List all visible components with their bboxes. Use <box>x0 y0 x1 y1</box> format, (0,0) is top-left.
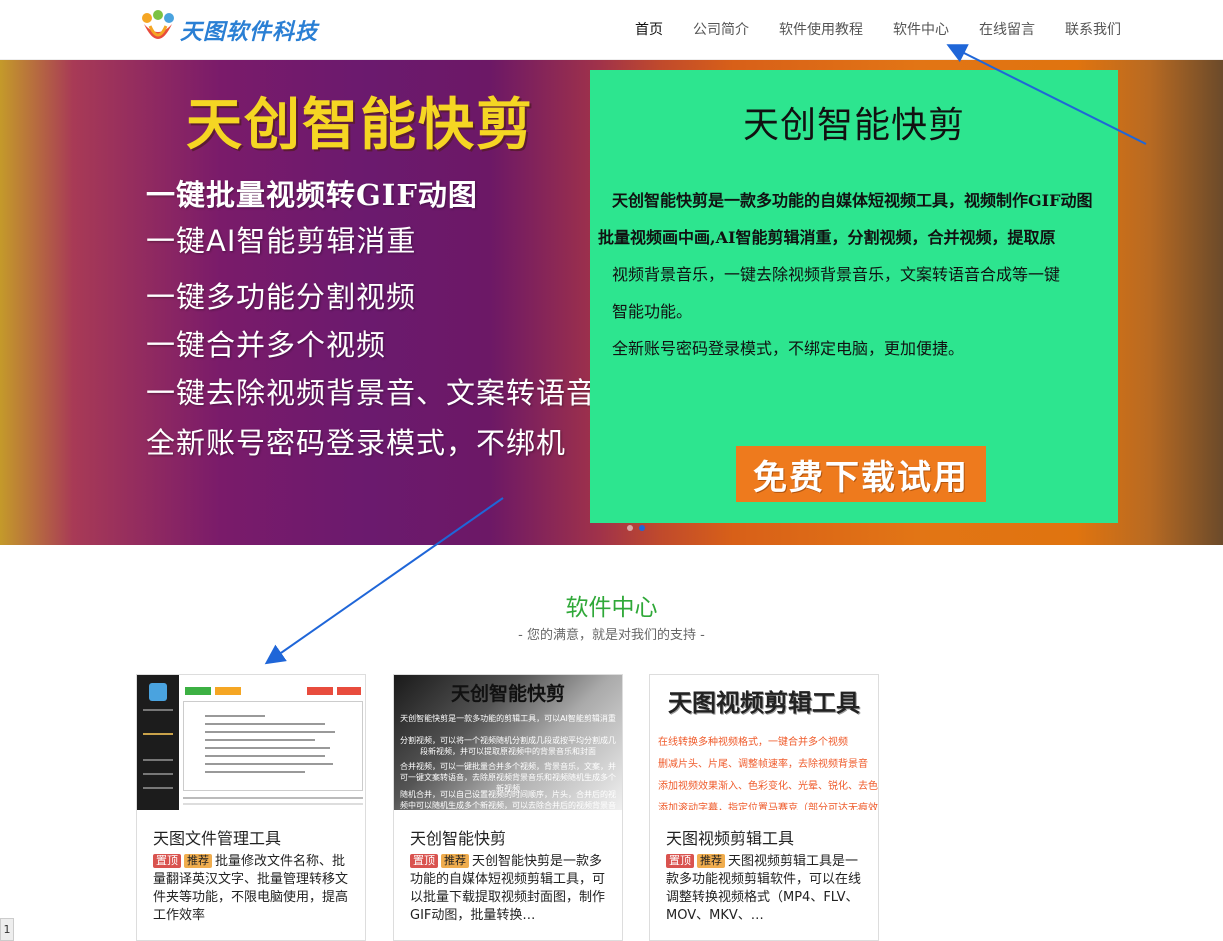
info-line: 视频背景音乐，一键去除视频背景音乐，文案转语音合成等一键 <box>612 265 1061 284</box>
product-title[interactable]: 天图视频剪辑工具 <box>666 825 794 849</box>
thumb-line: 添加滚动字幕，指定位置马赛克（部分可达无痕效果） <box>658 803 878 810</box>
site-header: 天图软件科技 首页 公司简介 软件使用教程 软件中心 在线留言 联系我们 <box>0 0 1223 60</box>
info-line: 批量视频画中画,AI智能剪辑消重，分割视频，合并视频，提取原 <box>598 228 1056 247</box>
info-line: 全新账号密码登录模式，不绑定电脑，更加便捷。 <box>612 339 965 358</box>
info-line: 智能功能。 <box>612 302 693 321</box>
thumb-line: 删减片头、片尾、调整帧速率，去除视频背景音 <box>658 759 868 770</box>
product-thumbnail[interactable] <box>137 675 365 810</box>
section-title: 软件中心 <box>565 595 658 621</box>
thumb-line: 添加视频效果渐入、色彩变化、光晕、锐化、去色 <box>658 781 878 792</box>
free-download-button[interactable]: 免费下载试用 <box>736 446 986 502</box>
banner-feature: 一键AI智能剪辑消重 <box>146 224 417 258</box>
info-box-text: 天创智能快剪是一款多功能的自媒体短视频工具，视频制作GIF动图 批量视频画中画,… <box>598 182 1113 367</box>
logo-icon <box>138 10 178 50</box>
banner-title: 天创智能快剪 <box>186 93 534 158</box>
thumb-title: 天创智能快剪 <box>450 683 565 705</box>
tag-recommended: 推荐 <box>184 854 212 868</box>
info-box-title: 天创智能快剪 <box>742 105 965 146</box>
product-card-smart-cut[interactable]: 天创智能快剪 天创智能快剪是一款多功能的剪辑工具，可以AI智能剪辑消重 分割视频… <box>393 674 623 941</box>
page-indicator: 1 <box>0 918 14 941</box>
hero-banner[interactable]: 天创智能快剪 一键批量视频转GIF动图 一键AI智能剪辑消重 一键多功能分割视频… <box>0 60 1223 545</box>
nav-company-intro[interactable]: 公司简介 <box>693 19 749 39</box>
info-line: 天创智能快剪是一款多功能的自媒体短视频工具，视频制作GIF动图 <box>612 191 1093 210</box>
site-logo[interactable]: 天图软件科技 <box>138 8 318 52</box>
nav-contact[interactable]: 联系我们 <box>1065 19 1121 39</box>
banner-feature: 一键批量视频转GIF动图 <box>146 178 478 212</box>
product-desc-text: 天创智能快剪是一款多功能的自媒体短视频剪辑工具，可以批量下载提取视频封面图，制作… <box>410 854 606 923</box>
main-nav: 首页 公司简介 软件使用教程 软件中心 在线留言 联系我们 <box>605 0 1121 58</box>
tag-recommended: 推荐 <box>441 854 469 868</box>
banner-feature: 一键去除视频背景音、文案转语音 <box>146 376 597 410</box>
thumb-line: 随机合并，可以自己设置视频的时间顺序，片头，合并后的视频中可以随机生成多个新视频… <box>400 790 616 810</box>
banner-feature: 全新账号密码登录模式，不绑机 <box>146 426 567 460</box>
product-thumbnail[interactable]: 天图视频剪辑工具 在线转换多种视频格式，一键合并多个视频 删减片头、片尾、调整帧… <box>650 675 878 810</box>
nav-software-center[interactable]: 软件中心 <box>893 19 949 39</box>
app-sidebar-preview <box>137 675 179 810</box>
tag-top: 置顶 <box>666 854 694 868</box>
tag-recommended: 推荐 <box>697 854 725 868</box>
banner-feature: 一键多功能分割视频 <box>146 280 417 314</box>
product-card-file-manager[interactable]: 天图文件管理工具 置顶 推荐 批量修改文件名称、批量翻译英汉文字、批量管理转移文件夹… <box>136 674 366 941</box>
product-card-video-editor[interactable]: 天图视频剪辑工具 在线转换多种视频格式，一键合并多个视频 删减片头、片尾、调整帧… <box>649 674 879 941</box>
thumb-title: 天图视频剪辑工具 <box>668 689 860 717</box>
product-thumbnail[interactable]: 天创智能快剪 天创智能快剪是一款多功能的剪辑工具，可以AI智能剪辑消重 分割视频… <box>394 675 622 810</box>
nav-tutorials[interactable]: 软件使用教程 <box>779 19 863 39</box>
thumb-line: 分割视频，可以将一个视频随机分割成几段或按平均分割成几段新视频，并可以提取原视频… <box>400 736 616 756</box>
thumb-line: 在线转换多种视频格式，一键合并多个视频 <box>658 737 848 748</box>
product-title[interactable]: 天创智能快剪 <box>410 825 506 849</box>
banner-info-box: 天创智能快剪 天创智能快剪是一款多功能的自媒体短视频工具，视频制作GIF动图 批… <box>590 70 1118 523</box>
section-subtitle: - 您的满意，就是对我们的支持 - <box>518 628 705 643</box>
product-description: 置顶 推荐 天图视频剪辑工具是一款多功能视频剪辑软件，可以在线调整转换视频格式（MP… <box>666 853 866 925</box>
carousel-dots <box>627 525 645 531</box>
nav-home[interactable]: 首页 <box>635 19 663 39</box>
logo-text: 天图软件科技 <box>180 19 319 45</box>
thumb-line: 天创智能快剪是一款多功能的剪辑工具，可以AI智能剪辑消重 <box>400 714 616 723</box>
carousel-dot[interactable] <box>627 525 633 531</box>
product-description: 置顶 推荐 天创智能快剪是一款多功能的自媒体短视频剪辑工具，可以批量下载提取视频封面… <box>410 853 610 925</box>
product-description: 置顶 推荐 批量修改文件名称、批量翻译英汉文字、批量管理转移文件夹等功能，不限电脑使… <box>153 853 353 925</box>
product-desc-text: 批量修改文件名称、批量翻译英汉文字、批量管理转移文件夹等功能，不限电脑使用，提高… <box>153 854 349 923</box>
product-desc-text: 天图视频剪辑工具是一款多功能视频剪辑软件，可以在线调整转换视频格式（MP4、FL… <box>666 854 862 923</box>
nav-guestbook[interactable]: 在线留言 <box>979 19 1035 39</box>
carousel-dot-active[interactable] <box>639 525 645 531</box>
tag-top: 置顶 <box>153 854 181 868</box>
product-title[interactable]: 天图文件管理工具 <box>153 825 281 849</box>
banner-feature: 一键合并多个视频 <box>146 328 387 362</box>
tag-top: 置顶 <box>410 854 438 868</box>
